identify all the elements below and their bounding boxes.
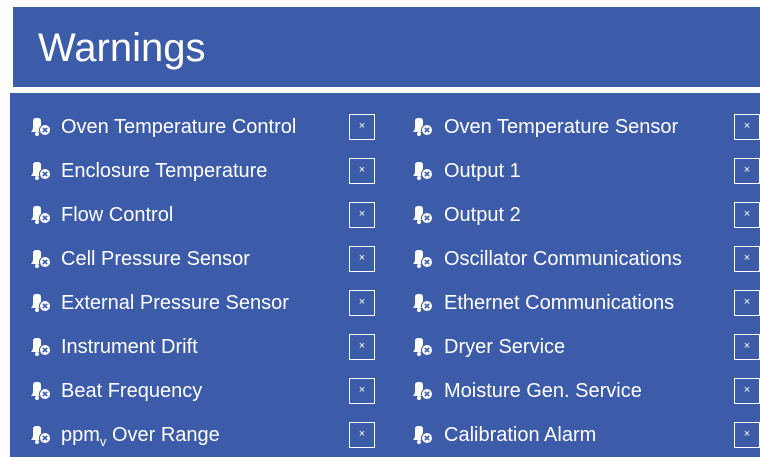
warning-label: External Pressure Sensor <box>61 292 289 314</box>
clear-warning-button[interactable]: × <box>734 422 760 448</box>
warning-label: Oven Temperature Sensor <box>444 116 679 138</box>
clear-warning-button[interactable]: × <box>349 290 375 316</box>
warning-label: Oven Temperature Control <box>61 116 297 138</box>
warning-row: Output 2 × <box>390 197 760 233</box>
warning-row: Flow Control × <box>10 197 390 233</box>
warning-label: Enclosure Temperature <box>61 160 268 182</box>
warning-row: Output 1 × <box>390 153 760 189</box>
warning-bell-icon <box>412 249 434 269</box>
warnings-panel: Oven Temperature Control × Enclosure Tempe… <box>10 93 760 457</box>
clear-warning-button[interactable]: × <box>349 246 375 272</box>
warning-row: Calibration Alarm × <box>390 417 760 453</box>
warning-bell-icon <box>30 205 52 225</box>
warning-bell-icon <box>30 337 52 357</box>
warning-label: Output 1 <box>444 160 521 182</box>
warning-row: Dryer Service × <box>390 329 760 365</box>
warning-row: Instrument Drift × <box>10 329 390 365</box>
warning-bell-icon <box>30 249 52 269</box>
clear-warning-button[interactable]: × <box>734 158 760 184</box>
warning-label: Ethernet Communications <box>444 292 675 314</box>
warning-label: Cell Pressure Sensor <box>61 248 250 270</box>
warning-label: Instrument Drift <box>61 336 198 358</box>
clear-warning-button[interactable]: × <box>734 334 760 360</box>
warning-label: Beat Frequency <box>61 380 203 402</box>
warning-bell-icon <box>30 161 52 181</box>
warning-bell-icon <box>412 381 434 401</box>
warning-row: Oven Temperature Control × <box>10 109 390 145</box>
warning-bell-icon <box>30 425 52 445</box>
clear-warning-button[interactable]: × <box>734 378 760 404</box>
warning-row: External Pressure Sensor × <box>10 285 390 321</box>
header-bar: Warnings <box>13 7 760 87</box>
page-title: Warnings <box>38 26 206 70</box>
warning-label: Flow Control <box>61 204 174 226</box>
warning-label: Dryer Service <box>444 336 566 358</box>
warning-bell-icon <box>30 293 52 313</box>
clear-warning-button[interactable]: × <box>734 202 760 228</box>
clear-warning-button[interactable]: × <box>349 158 375 184</box>
warning-bell-icon <box>412 425 434 445</box>
warning-row: Cell Pressure Sensor × <box>10 241 390 277</box>
warning-bell-icon <box>412 117 434 137</box>
warning-bell-icon <box>412 337 434 357</box>
clear-warning-button[interactable]: × <box>349 334 375 360</box>
warning-bell-icon <box>30 117 52 137</box>
warning-bell-icon <box>412 161 434 181</box>
warning-row: Moisture Gen. Service × <box>390 373 760 409</box>
clear-warning-button[interactable]: × <box>734 246 760 272</box>
clear-warning-button[interactable]: × <box>349 378 375 404</box>
warning-bell-icon <box>30 381 52 401</box>
clear-warning-button[interactable]: × <box>349 114 375 140</box>
clear-warning-button[interactable]: × <box>734 114 760 140</box>
warning-label: Moisture Gen. Service <box>444 380 642 402</box>
warning-row: Enclosure Temperature × <box>10 153 390 189</box>
warning-row: ppmv Over Range × <box>10 417 390 453</box>
warning-row: Beat Frequency × <box>10 373 390 409</box>
warning-bell-icon <box>412 293 434 313</box>
clear-warning-button[interactable]: × <box>349 422 375 448</box>
warning-label: Output 2 <box>444 204 521 226</box>
warning-row: Oscillator Communications × <box>390 241 760 277</box>
warning-label: Calibration Alarm <box>444 424 597 446</box>
warning-bell-icon <box>412 205 434 225</box>
warning-row: Oven Temperature Sensor × <box>390 109 760 145</box>
warning-label: Oscillator Communications <box>444 248 682 270</box>
clear-warning-button[interactable]: × <box>734 290 760 316</box>
warning-row: Ethernet Communications × <box>390 285 760 321</box>
warning-label: ppmv Over Range <box>61 424 220 449</box>
clear-warning-button[interactable]: × <box>349 202 375 228</box>
